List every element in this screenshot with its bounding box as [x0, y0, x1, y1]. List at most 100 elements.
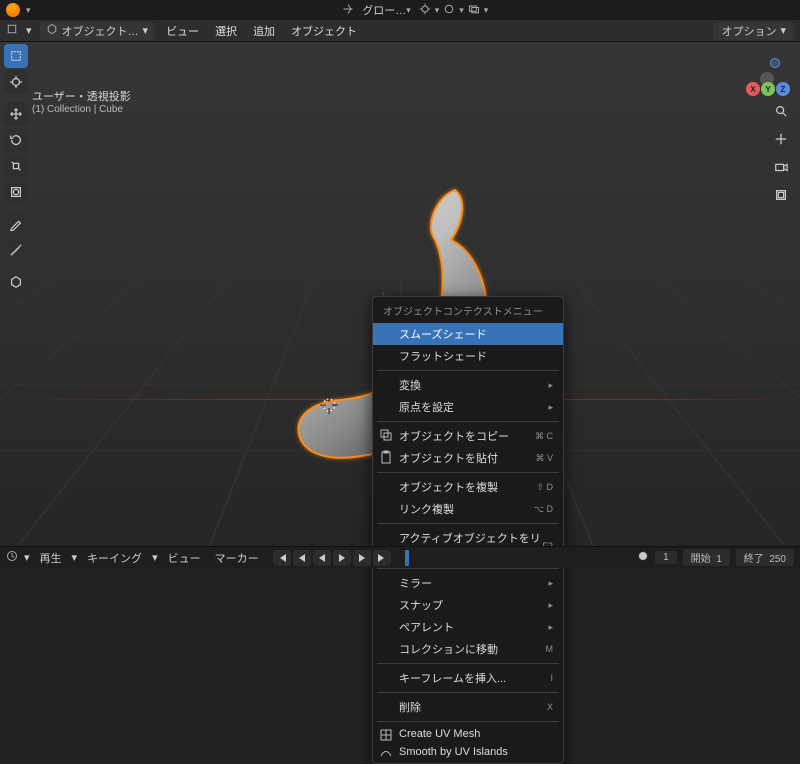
context-menu-item-label: Create UV Mesh	[399, 728, 480, 740]
context-menu-item-label: フラットシェード	[399, 348, 487, 364]
frame-start-value: 1	[716, 554, 722, 565]
context-menu-item[interactable]: Smooth by UV Islands	[373, 743, 563, 761]
context-menu-item[interactable]: ミラー	[373, 572, 563, 594]
editor-type-chevron-icon[interactable]: ▾	[26, 24, 32, 37]
context-menu-item[interactable]: スナップ	[373, 594, 563, 616]
tool-shelf	[4, 44, 30, 294]
timeline-menu-marker[interactable]: マーカー	[211, 550, 263, 566]
tool-scale[interactable]	[4, 154, 28, 178]
top-center-controls: グロー…▾ ▾ ▾ ▾	[342, 1, 488, 19]
context-menu-item-label: 原点を設定	[399, 399, 454, 415]
tool-move[interactable]	[4, 102, 28, 126]
context-menu-item-shortcut: X	[547, 702, 553, 712]
context-menu-item[interactable]: フラットシェード	[373, 345, 563, 367]
context-menu-item-shortcut: I	[550, 673, 553, 683]
options-label: オプション	[721, 23, 776, 39]
context-menu-item[interactable]: スムーズシェード	[373, 323, 563, 345]
prev-key-button[interactable]	[293, 550, 311, 566]
context-menu-item-label: オブジェクトをコピー	[399, 428, 509, 444]
tool-measure[interactable]	[4, 238, 28, 262]
menu-add[interactable]: 追加	[249, 22, 279, 40]
menu-object[interactable]: オブジェクト	[287, 22, 361, 40]
gizmo-y-axis[interactable]: Y	[761, 82, 775, 96]
timeline-editor-icon[interactable]	[6, 550, 18, 565]
gizmo-axis-neg[interactable]	[770, 58, 780, 68]
tool-add-primitive[interactable]	[4, 270, 28, 294]
move-view-icon[interactable]	[770, 128, 792, 150]
context-menu-item[interactable]: 原点を設定	[373, 396, 563, 418]
orientation-icon[interactable]	[342, 3, 354, 18]
context-menu-item[interactable]: オブジェクトをコピー⌘ C	[373, 425, 563, 447]
context-menu-item[interactable]: 変換	[373, 374, 563, 396]
context-menu-item[interactable]: リンク複製⌥ D	[373, 498, 563, 520]
playhead-marker[interactable]	[405, 550, 409, 566]
timeline-menu-view[interactable]: ビュー	[164, 550, 205, 566]
context-menu-item[interactable]: キーフレームを挿入...I	[373, 667, 563, 689]
overlay-toggle-icon[interactable]	[468, 3, 480, 18]
snap-chevron-icon[interactable]: ▾	[435, 5, 440, 16]
uv-icon	[379, 728, 393, 742]
context-menu-item-shortcut: M	[546, 644, 554, 654]
options-dropdown[interactable]: オプション▾	[713, 22, 794, 40]
tool-rotate[interactable]	[4, 128, 28, 152]
playback-controls	[273, 550, 391, 566]
viewport-header: ▾ オブジェクト… ▾ ビュー 選択 追加 オブジェクト オプション▾	[0, 20, 800, 42]
next-key-button[interactable]	[353, 550, 371, 566]
auto-key-icon[interactable]	[637, 550, 649, 565]
object-mode-icon	[46, 23, 58, 38]
context-menu-separator	[377, 721, 559, 722]
timeline-bar: ▾ 再生 ▾ キーイング ▾ ビュー マーカー 1 開始 1 終了 250	[0, 546, 800, 568]
copy-icon	[379, 428, 393, 442]
context-menu-item-label: 変換	[399, 377, 421, 393]
gizmo-z-axis[interactable]: Z	[776, 82, 790, 96]
mode-dropdown[interactable]: オブジェクト… ▾	[40, 22, 155, 40]
play-reverse-button[interactable]	[313, 550, 331, 566]
snap-icon[interactable]	[419, 3, 431, 18]
viewport-overlay-info: ユーザー・透視投影 (1) Collection | Cube	[32, 88, 131, 115]
timeline-menu-keying[interactable]: キーイング	[83, 550, 146, 566]
timeline-playback-chevron-icon[interactable]: ▾	[72, 551, 78, 564]
frame-start-field[interactable]: 開始 1	[683, 549, 730, 566]
tool-cursor[interactable]	[4, 70, 28, 94]
context-menu-separator	[377, 421, 559, 422]
tool-transform[interactable]	[4, 180, 28, 204]
timeline-keying-chevron-icon[interactable]: ▾	[152, 551, 158, 564]
context-menu-item[interactable]: オブジェクトを複製⇧ D	[373, 476, 563, 498]
context-menu-item[interactable]: Create UV Mesh	[373, 725, 563, 743]
camera-view-icon[interactable]	[770, 156, 792, 178]
context-menu-item[interactable]: ペアレント	[373, 616, 563, 638]
smooth-icon	[379, 746, 393, 760]
mode-label: オブジェクト…	[62, 23, 139, 39]
overlay-chevron-icon[interactable]: ▾	[484, 5, 489, 16]
timeline-editor-chevron-icon[interactable]: ▾	[24, 551, 30, 564]
menu-view[interactable]: ビュー	[162, 22, 203, 40]
current-frame-field[interactable]: 1	[655, 551, 677, 564]
context-menu-title: オブジェクトコンテクストメニュー	[373, 299, 563, 323]
logo-dropdown-chevron-icon[interactable]: ▾	[26, 5, 31, 16]
context-menu-item[interactable]: コレクションに移動M	[373, 638, 563, 660]
blender-logo-icon	[6, 3, 20, 17]
context-menu-item-label: スムーズシェード	[399, 326, 486, 342]
context-menu-item[interactable]: オブジェクトを貼付⌘ V	[373, 447, 563, 469]
editor-type-icon[interactable]	[6, 23, 18, 38]
frame-end-field[interactable]: 終了 250	[736, 549, 794, 566]
nav-gizmo[interactable]: X Y Z	[744, 56, 790, 102]
proportional-chevron-icon[interactable]: ▾	[459, 5, 464, 16]
timeline-menu-playback[interactable]: 再生	[36, 550, 66, 566]
gizmo-x-axis[interactable]: X	[746, 82, 760, 96]
menu-select[interactable]: 選択	[211, 22, 241, 40]
play-button[interactable]	[333, 550, 351, 566]
global-orientation-dropdown[interactable]: グロー…▾	[358, 1, 415, 19]
jump-end-button[interactable]	[373, 550, 391, 566]
viewport-title: ユーザー・透視投影	[32, 88, 131, 104]
paste-icon	[379, 450, 393, 464]
toggle-ortho-icon[interactable]	[770, 184, 792, 206]
context-menu-item[interactable]: 削除X	[373, 696, 563, 718]
zoom-icon[interactable]	[770, 100, 792, 122]
proportional-edit-icon[interactable]	[443, 3, 455, 18]
3d-cursor-icon	[318, 394, 340, 416]
global-orientation-label: グロー…	[362, 2, 406, 18]
tool-select-box[interactable]	[4, 44, 28, 68]
tool-annotate[interactable]	[4, 212, 28, 236]
jump-start-button[interactable]	[273, 550, 291, 566]
